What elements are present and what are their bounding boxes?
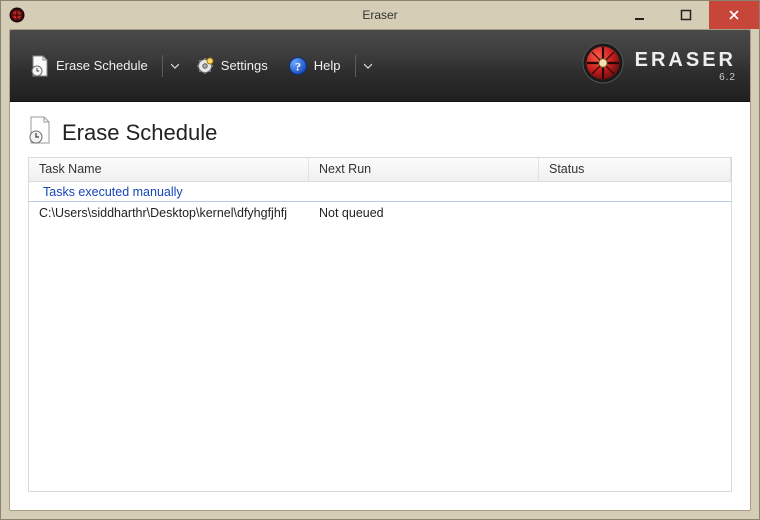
eraser-logo-icon [581, 41, 625, 90]
erase-schedule-button[interactable]: Erase Schedule [24, 51, 154, 81]
erase-schedule-label: Erase Schedule [56, 58, 148, 73]
column-header-next-run[interactable]: Next Run [309, 158, 539, 181]
svg-text:?: ? [295, 59, 301, 73]
page-clock-icon [30, 55, 50, 77]
brand-name: ERASER [635, 49, 736, 72]
cell-next-run: Not queued [309, 205, 539, 221]
window-controls [617, 1, 759, 29]
help-button[interactable]: ? Help [282, 52, 347, 80]
toolbar: Erase Schedule Settings [10, 30, 750, 102]
settings-label: Settings [221, 58, 268, 73]
page-content: Erase Schedule Task Name Next Run Status… [10, 102, 750, 510]
page-header: Erase Schedule [28, 116, 732, 149]
brand-version: 6.2 [719, 72, 736, 83]
table-row[interactable]: C:\Users\siddharthr\Desktop\kernel\dfyhg… [29, 202, 731, 224]
brand-area: ERASER 6.2 [581, 41, 736, 90]
help-dropdown[interactable] [360, 58, 376, 74]
cell-task-name: C:\Users\siddharthr\Desktop\kernel\dfyhg… [29, 205, 309, 221]
page-title: Erase Schedule [62, 120, 217, 146]
settings-button[interactable]: Settings [189, 52, 274, 80]
app-window: Eraser [0, 0, 760, 520]
toolbar-separator [355, 55, 356, 77]
help-icon: ? [288, 56, 308, 76]
page-clock-icon [28, 116, 52, 149]
table-header: Task Name Next Run Status [29, 158, 731, 182]
column-header-task-name[interactable]: Task Name [29, 158, 309, 181]
close-button[interactable] [709, 1, 759, 29]
title-bar: Eraser [1, 1, 759, 29]
cell-status [539, 205, 731, 221]
gear-icon [195, 56, 215, 76]
group-header[interactable]: Tasks executed manually [29, 182, 731, 202]
app-icon [9, 7, 25, 23]
toolbar-separator [162, 55, 163, 77]
chevron-down-icon [171, 62, 179, 70]
erase-schedule-dropdown[interactable] [167, 58, 183, 74]
column-header-status[interactable]: Status [539, 158, 731, 181]
brand-text: ERASER 6.2 [635, 49, 736, 83]
help-label: Help [314, 58, 341, 73]
chevron-down-icon [364, 62, 372, 70]
client-area: Erase Schedule Settings [9, 29, 751, 511]
minimize-button[interactable] [617, 1, 663, 29]
schedule-table: Task Name Next Run Status Tasks executed… [28, 157, 732, 492]
table-body[interactable]: Tasks executed manually C:\Users\siddhar… [29, 182, 731, 491]
maximize-button[interactable] [663, 1, 709, 29]
